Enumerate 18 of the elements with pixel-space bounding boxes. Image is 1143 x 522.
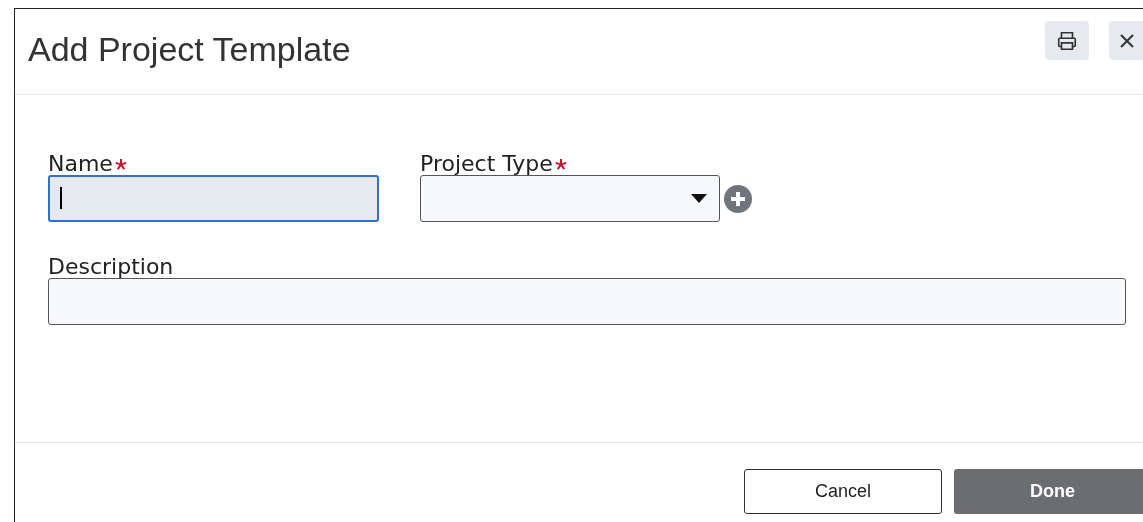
close-button[interactable] [1109, 21, 1143, 60]
close-icon [1118, 32, 1135, 49]
text-cursor [60, 187, 62, 209]
caret-icon [691, 194, 707, 203]
printer-icon [1056, 29, 1078, 52]
field-label: Name [48, 150, 113, 178]
print-button[interactable] [1045, 21, 1089, 60]
required-marker-icon [114, 159, 127, 171]
text-input-field[interactable] [48, 175, 379, 222]
done-button[interactable]: Done [954, 469, 1143, 514]
dialog-title: Add Project Template [28, 29, 351, 69]
project-type-dropdown[interactable] [420, 175, 720, 222]
text-input-field[interactable] [48, 278, 1126, 325]
field-label: Description [48, 253, 174, 281]
field-label: Project Type [420, 150, 553, 178]
required-marker-icon [554, 159, 567, 171]
add-icon[interactable] [724, 184, 752, 213]
cancel-button[interactable]: Cancel [744, 469, 942, 514]
